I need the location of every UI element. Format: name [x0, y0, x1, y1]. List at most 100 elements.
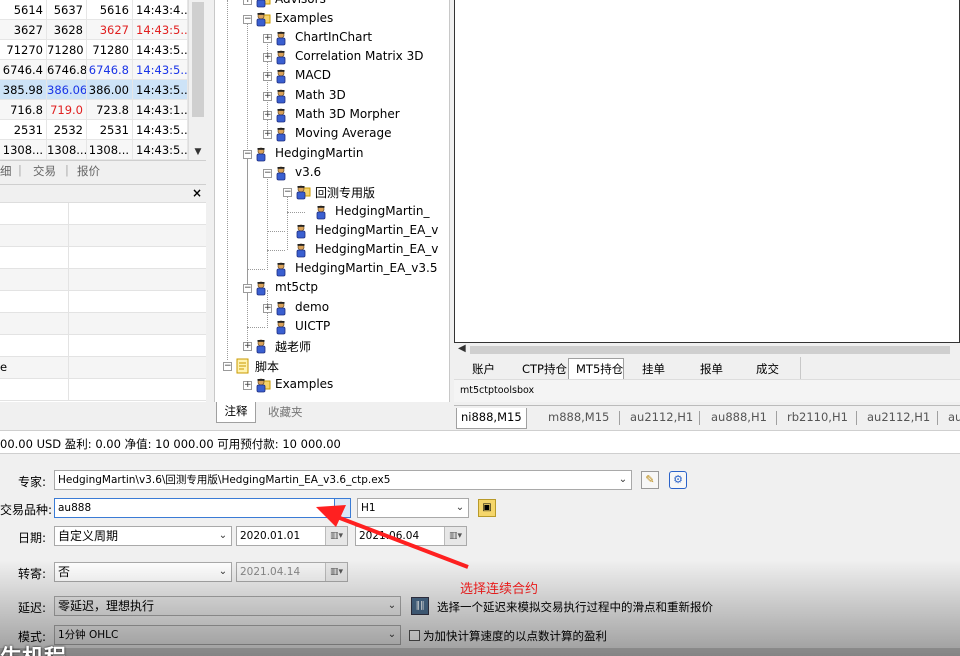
expand-icon[interactable]: +	[263, 92, 272, 101]
tab-deals[interactable]: 成交	[756, 361, 779, 377]
tree-item[interactable]: + Math 3D	[215, 87, 449, 106]
quote-bid: 385.98	[0, 80, 47, 100]
chart-tab[interactable]: au	[948, 408, 960, 429]
symbol-input[interactable]: au888 ⌄	[54, 498, 351, 518]
chart-area[interactable]	[454, 0, 960, 343]
tree-item[interactable]: + Math 3D Morpher	[215, 106, 449, 125]
quote-row[interactable]: 1308... 1308... 1308... 14:43:5...	[0, 140, 188, 160]
quote-row[interactable]: 2531 2532 2531 14:43:5...	[0, 120, 188, 140]
tree-item[interactable]: − 回测专用版	[215, 183, 449, 202]
symbol-properties-icon[interactable]: ▣	[478, 499, 496, 517]
tree-item[interactable]: UICTP	[215, 318, 449, 337]
tab-orders[interactable]: 报单	[700, 361, 723, 377]
tree-item[interactable]: HedgingMartin_EA_v	[215, 241, 449, 260]
quote-row[interactable]: 5614 5637 5616 14:43:4...	[0, 0, 188, 20]
quote-row[interactable]: 6746.4 6746.8 6746.8 14:43:5...	[0, 60, 188, 80]
forward-select[interactable]: 否 ⌄	[54, 562, 232, 582]
quote-row[interactable]: 71270 71280 71280 14:43:5...	[0, 40, 188, 60]
profit-in-points-checkbox[interactable]	[409, 630, 420, 641]
tree-item-label: Moving Average	[295, 126, 392, 140]
tree-item[interactable]: + Examples	[215, 376, 449, 395]
market-watch-tabs: 细 | 交易 | 报价	[0, 160, 206, 180]
model-select[interactable]: 1分钟 OHLC ⌄	[54, 625, 401, 645]
tree-item-label: 回测专用版	[315, 186, 376, 200]
close-icon[interactable]: ×	[192, 186, 202, 200]
scroll-left-icon[interactable]: ◀	[458, 343, 466, 354]
collapse-icon[interactable]: −	[243, 15, 252, 24]
expand-icon[interactable]: +	[243, 0, 252, 5]
expand-icon[interactable]: +	[263, 72, 272, 81]
tree-item[interactable]: − v3.6	[215, 164, 449, 183]
quote-ask: 386.06	[47, 80, 87, 100]
tree-item-label: HedgingMartin_EA_v3.5	[295, 261, 438, 275]
settings-gear-icon[interactable]: ⚙	[669, 471, 687, 489]
navigator-tree: +Advisors−Examples+ChartInChart+Correlat…	[214, 0, 450, 402]
quote-row[interactable]: 716.8 719.0 723.8 14:43:1...	[0, 100, 188, 120]
tree-item[interactable]: + 越老师	[215, 337, 449, 356]
tree-item[interactable]: + MACD	[215, 67, 449, 86]
tab-ctp-positions[interactable]: CTP持仓	[522, 361, 567, 377]
chart-tab[interactable]: m888,M15	[548, 408, 609, 429]
tab-quotes[interactable]: 报价	[77, 163, 100, 179]
tree-item[interactable]: + Correlation Matrix 3D	[215, 48, 449, 67]
chart-tab[interactable]: au888,H1	[711, 408, 767, 429]
toolbox-caption: mt5ctptoolsbox	[454, 379, 960, 402]
tab-pending-orders[interactable]: 挂单	[642, 361, 665, 377]
tree-item[interactable]: − HedgingMartin	[215, 145, 449, 164]
chart-tab[interactable]: au2112,H1	[630, 408, 693, 429]
quote-time: 14:43:5...	[133, 120, 188, 140]
collapse-icon[interactable]: −	[263, 169, 272, 178]
chart-tab[interactable]: rb2110,H1	[787, 408, 848, 429]
chart-tab[interactable]: au2112,H1	[867, 408, 930, 429]
expand-icon[interactable]: +	[243, 342, 252, 351]
expert-advisor-icon	[275, 165, 291, 181]
collapse-icon[interactable]: −	[243, 150, 252, 159]
market-watch-scrollbar[interactable]: ▼	[188, 0, 206, 160]
chart-tab[interactable]: ni888,M15	[456, 408, 527, 429]
collapse-icon[interactable]: −	[283, 188, 292, 197]
expand-icon[interactable]: +	[263, 111, 272, 120]
scrollbar-thumb[interactable]	[470, 346, 950, 354]
chevron-down-icon: ⌄	[218, 566, 228, 577]
expert-select[interactable]: HedgingMartin\v3.6\回测专用版\HedgingMartin_E…	[54, 470, 632, 490]
tree-item[interactable]: + ChartInChart	[215, 29, 449, 48]
expand-icon[interactable]: +	[263, 304, 272, 313]
tree-item[interactable]: + Advisors	[215, 0, 449, 10]
tab-comments[interactable]: 注释	[216, 402, 256, 423]
quote-row[interactable]: 385.98 386.06 386.00 14:43:5...	[0, 80, 188, 100]
edit-expert-icon[interactable]: ✎	[641, 471, 659, 489]
quote-time: 14:43:1...	[133, 100, 188, 120]
tab-details[interactable]: 细	[0, 163, 12, 179]
scrollbar-thumb[interactable]	[192, 2, 204, 117]
date-mode-select[interactable]: 自定义周期 ⌄	[54, 526, 232, 546]
quote-row[interactable]: 3627 3628 3627 14:43:5...	[0, 20, 188, 40]
scroll-down-icon[interactable]: ▼	[191, 146, 205, 158]
collapse-icon[interactable]: −	[243, 284, 252, 293]
tree-item[interactable]: − mt5ctp	[215, 279, 449, 298]
expert-advisor-icon	[275, 319, 291, 335]
tab-mt5-positions[interactable]: MT5持仓	[576, 361, 623, 377]
toolbox-scrollbar[interactable]: ◀	[454, 343, 960, 357]
tree-item[interactable]: HedgingMartin_EA_v	[215, 222, 449, 241]
tree-item-label: HedgingMartin_	[335, 204, 430, 218]
tree-item[interactable]: HedgingMartin_EA_v3.5	[215, 260, 449, 279]
tab-trading[interactable]: 交易	[33, 163, 56, 179]
expand-icon[interactable]: +	[263, 34, 272, 43]
expand-icon[interactable]: +	[263, 53, 272, 62]
tree-item[interactable]: + Moving Average	[215, 125, 449, 144]
delay-select[interactable]: 零延迟，理想执行 ⌄	[54, 596, 401, 616]
tree-item-label: Correlation Matrix 3D	[295, 49, 424, 63]
expand-icon[interactable]: +	[243, 381, 252, 390]
annotation-arrow-icon	[316, 505, 469, 569]
expand-icon[interactable]: +	[263, 130, 272, 139]
tree-item[interactable]: − Examples	[215, 10, 449, 29]
data-window-header: ×	[0, 185, 206, 203]
expert-advisor-icon	[275, 261, 291, 277]
expert-advisor-icon	[295, 242, 311, 258]
tab-favorites[interactable]: 收藏夹	[268, 404, 303, 420]
tree-item[interactable]: − 脚本	[215, 357, 449, 376]
tree-item[interactable]: + demo	[215, 299, 449, 318]
tab-account[interactable]: 账户	[472, 361, 495, 377]
tree-item[interactable]: HedgingMartin_	[215, 203, 449, 222]
collapse-icon[interactable]: −	[223, 362, 232, 371]
